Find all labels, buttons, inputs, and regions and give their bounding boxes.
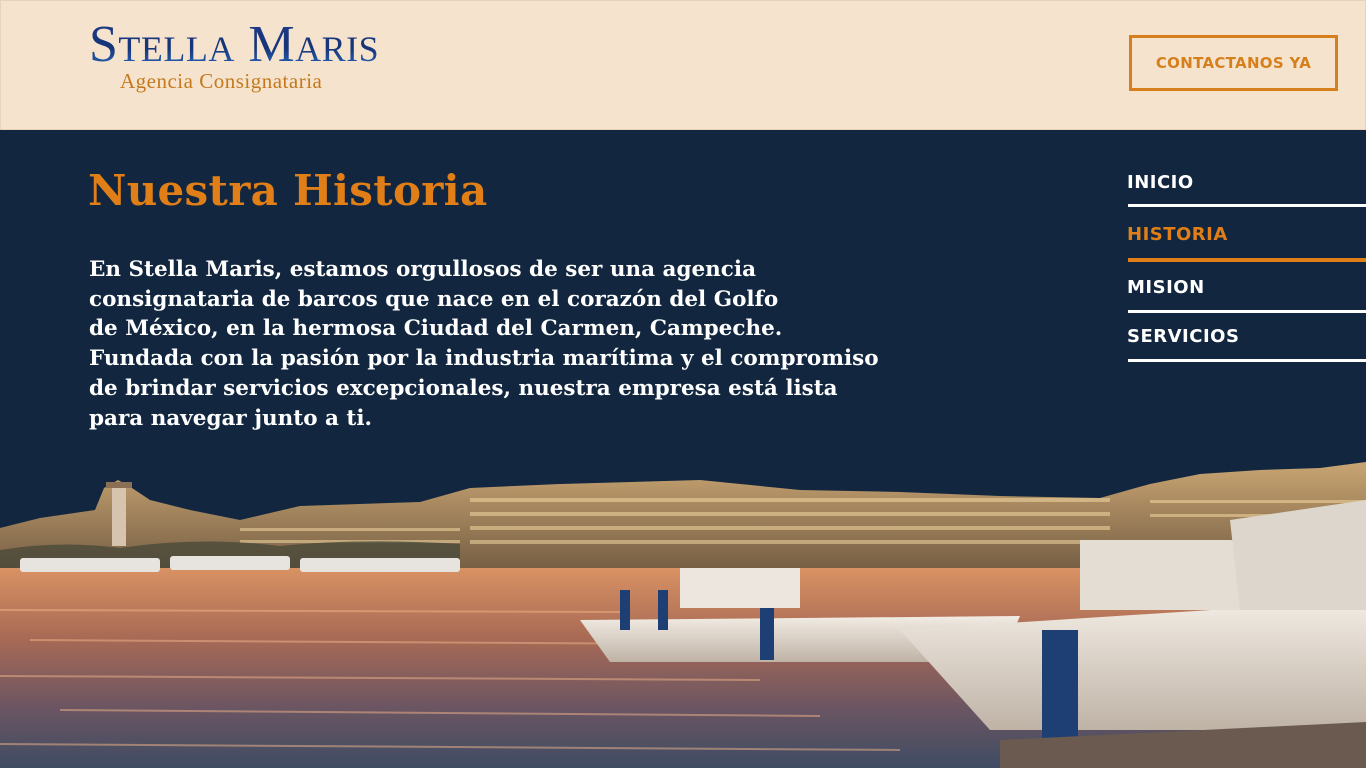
paragraph-line: de México, en la hermosa Ciudad del Carm…: [89, 316, 783, 342]
nav-underline: [1128, 359, 1366, 362]
site-header: Stella Maris Agencia Consignataria CONTA…: [0, 0, 1366, 130]
paragraph-line: para navegar junto a ti.: [89, 405, 373, 431]
contact-button[interactable]: CONTACTANOS YA: [1129, 35, 1338, 91]
side-nav: INICIO HISTORIA MISION SERVICIOS: [1127, 160, 1366, 362]
paragraph-line: consignataria de barcos que nace en el c…: [89, 286, 779, 312]
paragraph-line: En Stella Maris, estamos orgullosos de s…: [89, 257, 756, 282]
paragraph-line: de brindar servicios excepcionales, nues…: [89, 375, 838, 401]
nav-label: HISTORIA: [1127, 224, 1228, 245]
page-title: Nuestra Historia: [88, 166, 488, 215]
nav-item-inicio[interactable]: INICIO: [1127, 160, 1366, 210]
nav-label: MISION: [1127, 277, 1205, 298]
marina-image: [0, 462, 1366, 768]
nav-label: SERVICIOS: [1127, 326, 1240, 347]
logo[interactable]: Stella Maris Agencia Consignataria: [89, 19, 399, 94]
history-paragraph: En Stella Maris, estamos orgullosos de s…: [89, 255, 919, 433]
nav-label: INICIO: [1127, 172, 1194, 193]
logo-title: Stella Maris: [89, 19, 399, 71]
nav-item-historia[interactable]: HISTORIA: [1127, 210, 1366, 262]
nav-underline: [1128, 204, 1366, 207]
nav-item-mision[interactable]: MISION: [1127, 262, 1366, 313]
nav-item-servicios[interactable]: SERVICIOS: [1127, 312, 1366, 362]
paragraph-line: Fundada con la pasión por la industria m…: [89, 346, 879, 372]
